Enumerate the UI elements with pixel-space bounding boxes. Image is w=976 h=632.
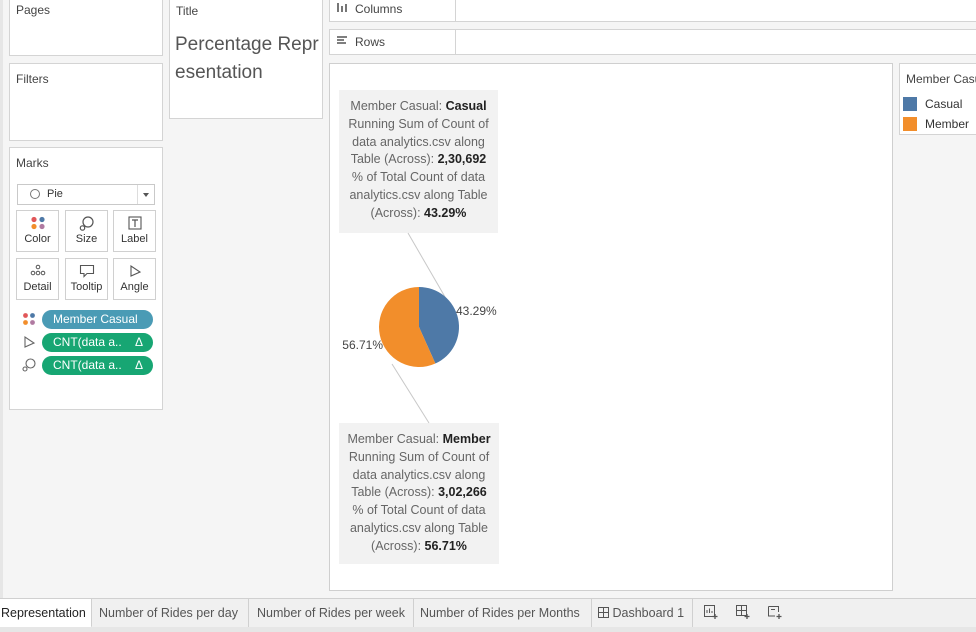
tab-rides-per-week[interactable]: Number of Rides per week: [251, 599, 414, 628]
shelf-divider: [455, 30, 456, 54]
angle-button-label: Angle: [120, 281, 149, 293]
tab-rides-per-day[interactable]: Number of Rides per day: [93, 599, 249, 628]
size-icon: [22, 358, 38, 374]
left-edge-strip: [0, 0, 3, 600]
legend-label: Member: [925, 117, 970, 131]
tab-rides-per-months[interactable]: Number of Rides per Months: [414, 599, 592, 628]
tab-label: Number of Rides per week: [257, 606, 405, 620]
delta-icon: Δ: [134, 358, 143, 372]
cnt-angle-pill[interactable]: CNT(data a.. Δ: [42, 333, 153, 352]
status-bar: [0, 627, 976, 632]
tooltip-button-label: Tooltip: [70, 281, 103, 293]
angle-icon: [22, 335, 38, 351]
rows-icon: [336, 34, 348, 49]
member-casual-pill[interactable]: Member Casual: [42, 310, 153, 329]
mark-type-label: Pie: [47, 188, 63, 200]
cnt-size-pill[interactable]: CNT(data a.. Δ: [42, 356, 153, 375]
angle-button[interactable]: Angle: [113, 258, 156, 300]
color-dots-icon: [17, 211, 58, 233]
pie-icon: [30, 189, 40, 199]
pill-label: Member Casual: [53, 312, 138, 326]
delta-icon: Δ: [134, 335, 143, 349]
detail-dots-icon: [17, 259, 58, 281]
new-dashboard-icon[interactable]: [732, 604, 754, 624]
leader-line-member: [391, 363, 430, 424]
data-label-casual: 43.29%: [456, 304, 497, 318]
marks-card: Marks Pie Color Size Label Detail Toolti…: [9, 147, 163, 410]
size-button[interactable]: Size: [65, 210, 108, 252]
color-button-label: Color: [24, 233, 51, 245]
rows-label: Rows: [355, 35, 386, 49]
tableau-worksheet: Pages Filters Marks Pie Color Size Label…: [0, 0, 976, 632]
tab-representation[interactable]: Representation: [0, 599, 92, 628]
tab-dashboard-1[interactable]: Dashboard 1: [592, 599, 693, 628]
title-card-label: Title: [176, 4, 199, 18]
label-button[interactable]: Label: [113, 210, 156, 252]
marks-label: Marks: [16, 156, 49, 170]
detail-button-label: Detail: [23, 281, 52, 293]
label-button-label: Label: [121, 233, 148, 245]
data-label-member: 56.71%: [342, 338, 383, 352]
columns-icon: [336, 1, 348, 16]
pie-chart[interactable]: 43.29% 56.71%: [330, 64, 892, 590]
pill-label: CNT(data a..: [53, 358, 122, 372]
tab-label: Number of Rides per Months: [420, 606, 580, 620]
angle-icon: [114, 259, 155, 281]
columns-shelf[interactable]: Columns: [329, 0, 976, 22]
pill-label: CNT(data a..: [53, 335, 122, 349]
new-worksheet-icon[interactable]: [700, 604, 722, 624]
mark-type-dropdown[interactable]: Pie: [17, 184, 155, 205]
size-button-label: Size: [75, 233, 98, 245]
shelf-divider: [455, 0, 456, 21]
speech-bubble-icon: [66, 259, 107, 281]
chevron-down-icon[interactable]: [137, 185, 154, 204]
text-label-icon: [114, 211, 155, 233]
legend-title: Member Casual: [906, 72, 976, 86]
color-dots-icon: [22, 312, 38, 328]
pages-label: Pages: [16, 3, 51, 17]
new-story-icon[interactable]: [764, 604, 786, 624]
dashboard-icon: [598, 607, 609, 618]
tab-label: Number of Rides per day: [99, 606, 238, 620]
legend-label: Casual: [925, 97, 963, 111]
legend-swatch: [903, 97, 917, 111]
tab-label: Dashboard 1: [612, 606, 685, 620]
size-icon: [66, 211, 107, 233]
chart-view[interactable]: Member Casual: Casual Running Sum of Cou…: [329, 63, 893, 591]
rows-shelf[interactable]: Rows: [329, 29, 976, 55]
pages-card[interactable]: Pages: [9, 0, 163, 56]
filters-label: Filters: [16, 72, 49, 86]
title-card[interactable]: Title Percentage Representation: [169, 0, 323, 119]
legend-swatch: [903, 117, 917, 131]
tab-label: Representation: [1, 606, 86, 620]
filters-card[interactable]: Filters: [9, 63, 163, 141]
worksheet-title[interactable]: Percentage Representation: [175, 31, 321, 87]
columns-label: Columns: [355, 2, 403, 16]
color-button[interactable]: Color: [16, 210, 59, 252]
color-legend: Member Casual Casual Member: [899, 63, 976, 135]
tooltip-button[interactable]: Tooltip: [65, 258, 108, 300]
detail-button[interactable]: Detail: [16, 258, 59, 300]
